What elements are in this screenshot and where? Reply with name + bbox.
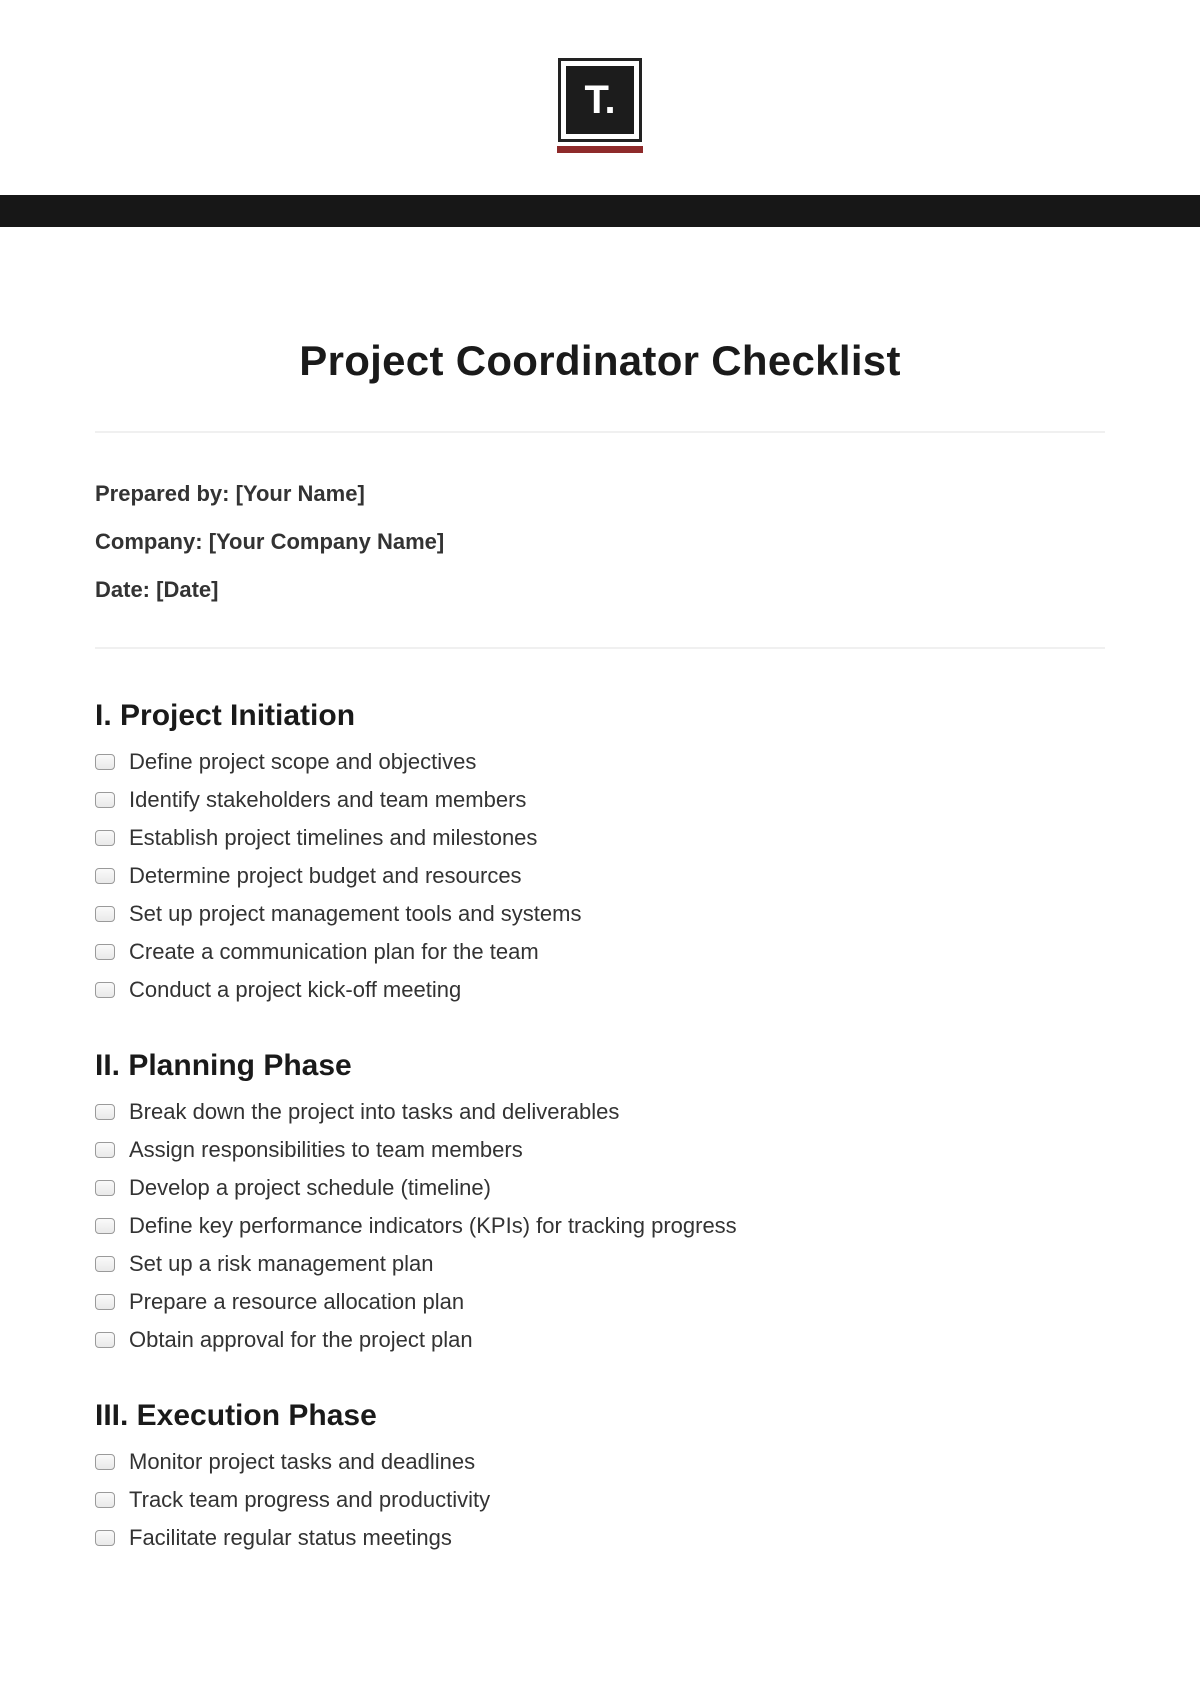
section: I. Project Initiation Define project scop… — [95, 699, 1105, 1009]
checklist-item: Identify stakeholders and team members — [95, 781, 1105, 819]
checklist-item: Set up project management tools and syst… — [95, 895, 1105, 933]
contact-bar: inquire@corpedge.mail | Template.net | 2… — [0, 148, 1200, 195]
prepared-by-label: Prepared by: — [95, 481, 236, 506]
checkbox-icon[interactable] — [95, 1332, 115, 1348]
meta-date: Date: [Date] — [95, 577, 1105, 603]
section-title: I. Project Initiation — [95, 699, 1105, 733]
checklist-item: Develop a project schedule (timeline) — [95, 1169, 1105, 1207]
checklist-item-label: Set up a risk management plan — [129, 1251, 434, 1277]
checklist-item: Monitor project tasks and deadlines — [95, 1443, 1105, 1481]
checklist-item: Define key performance indicators (KPIs)… — [95, 1207, 1105, 1245]
divider — [95, 647, 1105, 649]
checklist-item-label: Define key performance indicators (KPIs)… — [129, 1213, 737, 1239]
logo-container: T. — [0, 0, 1200, 142]
sections-container: I. Project Initiation Define project scop… — [95, 699, 1105, 1557]
section: II. Planning Phase Break down the project… — [95, 1049, 1105, 1359]
logo-icon: T. — [566, 66, 634, 134]
section: III. Execution Phase Monitor project task… — [95, 1399, 1105, 1557]
checklist-item-label: Obtain approval for the project plan — [129, 1327, 473, 1353]
checklist-item: Establish project timelines and mileston… — [95, 819, 1105, 857]
checklist-item: Break down the project into tasks and de… — [95, 1093, 1105, 1131]
checklist-item: Set up a risk management plan — [95, 1245, 1105, 1283]
checklist-item-label: Monitor project tasks and deadlines — [129, 1449, 475, 1475]
section-title: III. Execution Phase — [95, 1399, 1105, 1433]
checklist-item-label: Facilitate regular status meetings — [129, 1525, 452, 1551]
section-title: II. Planning Phase — [95, 1049, 1105, 1083]
checklist-item-label: Conduct a project kick-off meeting — [129, 977, 461, 1003]
checklist-item: Conduct a project kick-off meeting — [95, 971, 1105, 1009]
meta-company: Company: [Your Company Name] — [95, 529, 1105, 555]
content-area: Project Coordinator Checklist Prepared b… — [0, 227, 1200, 1637]
checkbox-icon[interactable] — [95, 1218, 115, 1234]
checklist-item-label: Break down the project into tasks and de… — [129, 1099, 619, 1125]
checkbox-icon[interactable] — [95, 944, 115, 960]
checklist-item-label: Prepare a resource allocation plan — [129, 1289, 464, 1315]
checklist-item-label: Define project scope and objectives — [129, 749, 476, 775]
checklist-item-label: Identify stakeholders and team members — [129, 787, 526, 813]
prepared-by-value: [Your Name] — [236, 481, 365, 506]
checklist-item: Create a communication plan for the team — [95, 933, 1105, 971]
checklist-item-label: Assign responsibilities to team members — [129, 1137, 523, 1163]
checkbox-icon[interactable] — [95, 1454, 115, 1470]
checklist-item: Obtain approval for the project plan — [95, 1321, 1105, 1359]
checkbox-icon[interactable] — [95, 1492, 115, 1508]
company-value: [Your Company Name] — [209, 529, 445, 554]
checkbox-icon[interactable] — [95, 982, 115, 998]
checklist-item-label: Track team progress and productivity — [129, 1487, 490, 1513]
checkbox-icon[interactable] — [95, 1180, 115, 1196]
accent-line — [557, 146, 643, 153]
meta-prepared-by: Prepared by: [Your Name] — [95, 481, 1105, 507]
checklist-item: Determine project budget and resources — [95, 857, 1105, 895]
checkbox-icon[interactable] — [95, 868, 115, 884]
date-value: [Date] — [156, 577, 218, 602]
document-page: T. inquire@corpedge.mail | Template.net … — [0, 0, 1200, 1637]
checkbox-icon[interactable] — [95, 1142, 115, 1158]
date-label: Date: — [95, 577, 156, 602]
checklist-item-label: Develop a project schedule (timeline) — [129, 1175, 491, 1201]
checklist-item-label: Set up project management tools and syst… — [129, 901, 581, 927]
checkbox-icon[interactable] — [95, 830, 115, 846]
checklist-item: Assign responsibilities to team members — [95, 1131, 1105, 1169]
checkbox-icon[interactable] — [95, 1294, 115, 1310]
logo-border: T. — [558, 58, 642, 142]
checklist-item-label: Create a communication plan for the team — [129, 939, 539, 965]
checklist-item: Track team progress and productivity — [95, 1481, 1105, 1519]
checkbox-icon[interactable] — [95, 1256, 115, 1272]
black-bar — [0, 195, 1200, 227]
checkbox-icon[interactable] — [95, 906, 115, 922]
checklist-item-label: Establish project timelines and mileston… — [129, 825, 537, 851]
checklist-item: Facilitate regular status meetings — [95, 1519, 1105, 1557]
checklist-item-label: Determine project budget and resources — [129, 863, 522, 889]
page-title: Project Coordinator Checklist — [95, 337, 1105, 385]
checkbox-icon[interactable] — [95, 1104, 115, 1120]
checkbox-icon[interactable] — [95, 754, 115, 770]
divider — [95, 431, 1105, 433]
checkbox-icon[interactable] — [95, 1530, 115, 1546]
checklist-item: Prepare a resource allocation plan — [95, 1283, 1105, 1321]
checklist-item: Define project scope and objectives — [95, 743, 1105, 781]
company-label: Company: — [95, 529, 209, 554]
checkbox-icon[interactable] — [95, 792, 115, 808]
